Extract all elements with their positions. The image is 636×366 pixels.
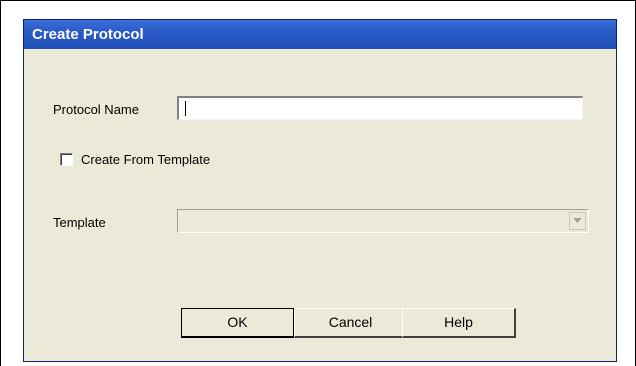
protocol-name-input[interactable]	[177, 96, 583, 120]
create-from-template-checkbox[interactable]	[60, 153, 73, 166]
cancel-button[interactable]: Cancel	[294, 308, 408, 338]
window-frame: Create Protocol Protocol Name Create Fro…	[0, 0, 636, 366]
create-from-template-label[interactable]: Create From Template	[81, 152, 210, 167]
ok-button[interactable]: OK	[181, 308, 295, 338]
protocol-name-label: Protocol Name	[53, 102, 139, 117]
text-caret	[185, 101, 186, 116]
chevron-down-icon	[573, 218, 582, 223]
template-select[interactable]	[177, 209, 589, 233]
dialog-title-bar[interactable]: Create Protocol	[24, 20, 616, 49]
help-button[interactable]: Help	[402, 308, 516, 338]
dialog-title: Create Protocol	[32, 26, 144, 43]
template-label: Template	[53, 215, 106, 230]
template-dropdown-button[interactable]	[569, 212, 586, 230]
create-protocol-dialog: Create Protocol Protocol Name Create Fro…	[23, 19, 617, 362]
